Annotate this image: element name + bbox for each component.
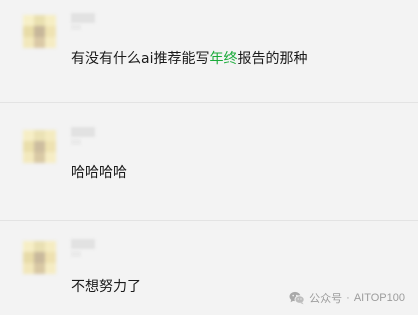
comment-text-part: 有没有什么ai推荐能写	[71, 51, 210, 67]
watermark-account: 公众号	[309, 293, 343, 305]
avatar[interactable]	[23, 241, 56, 274]
comment-text: 哈哈哈哈	[71, 165, 127, 181]
comment-item: 哈哈哈哈	[0, 103, 418, 220]
avatar[interactable]	[23, 130, 56, 163]
comment-item: 有没有什么ai推荐能写年终报告的那种	[0, 0, 418, 102]
username[interactable]	[71, 13, 95, 23]
watermark-separator: ·	[346, 292, 350, 304]
username[interactable]	[71, 127, 95, 137]
username-suffix	[71, 24, 81, 30]
wechat-icon	[289, 291, 305, 305]
username-suffix	[71, 139, 81, 145]
highlighted-keyword[interactable]: 年终	[209, 51, 237, 67]
comment-text: 有没有什么ai推荐能写年终报告的那种	[71, 50, 307, 68]
watermark-name: AITOP100	[353, 292, 405, 304]
username[interactable]	[71, 239, 95, 249]
watermark: 公众号 · AITOP100	[289, 290, 405, 306]
comment-text-part: 报告的那种	[237, 51, 308, 67]
username-suffix	[71, 251, 81, 257]
avatar[interactable]	[23, 15, 56, 48]
comment-text: 不想努力了	[71, 279, 141, 295]
